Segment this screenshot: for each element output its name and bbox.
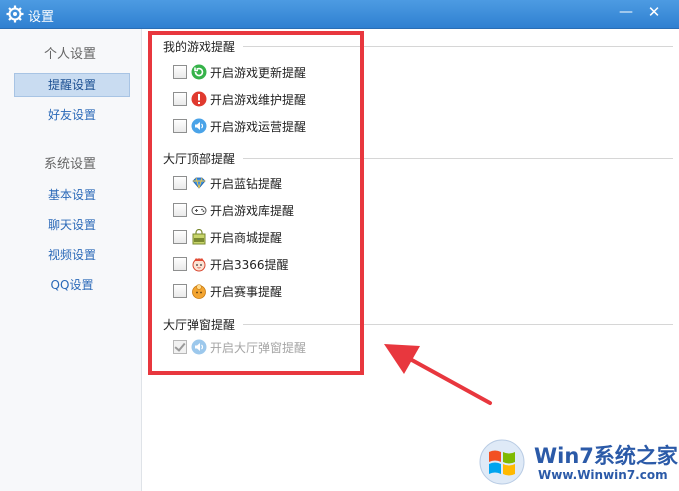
sidebar-item-basic-settings[interactable]: 基本设置	[14, 183, 130, 207]
sidebar-item-chat-settings[interactable]: 聊天设置	[14, 213, 130, 237]
watermark-url: Www.Winwin7.com	[538, 468, 668, 482]
sidebar-group-system: 系统设置	[44, 157, 97, 172]
windows-logo-icon	[479, 439, 525, 485]
close-button[interactable]: ✕	[640, 1, 668, 23]
sidebar-item-friend-settings[interactable]: 好友设置	[14, 103, 130, 127]
settings-sidebar: 个人设置 提醒设置 好友设置 系统设置 基本设置 聊天设置 视频设置 QQ设置	[0, 29, 142, 491]
window-title: 设置	[28, 10, 55, 25]
annotation-arrow	[384, 344, 492, 405]
minimize-button[interactable]: —	[612, 1, 640, 23]
title-bar: 设置 — ✕	[0, 0, 679, 29]
sidebar-item-reminder-settings[interactable]: 提醒设置	[14, 73, 130, 97]
gear-icon	[6, 5, 24, 23]
sidebar-group-personal: 个人设置	[44, 47, 97, 62]
site-watermark: Win7系统之家 Www.Winwin7.com	[478, 436, 678, 488]
watermark-title: Win7系统之家	[534, 444, 678, 468]
annotation-highlight-box	[148, 31, 364, 375]
sidebar-item-video-settings[interactable]: 视频设置	[14, 243, 130, 267]
sidebar-item-qq-settings[interactable]: QQ设置	[14, 273, 130, 297]
